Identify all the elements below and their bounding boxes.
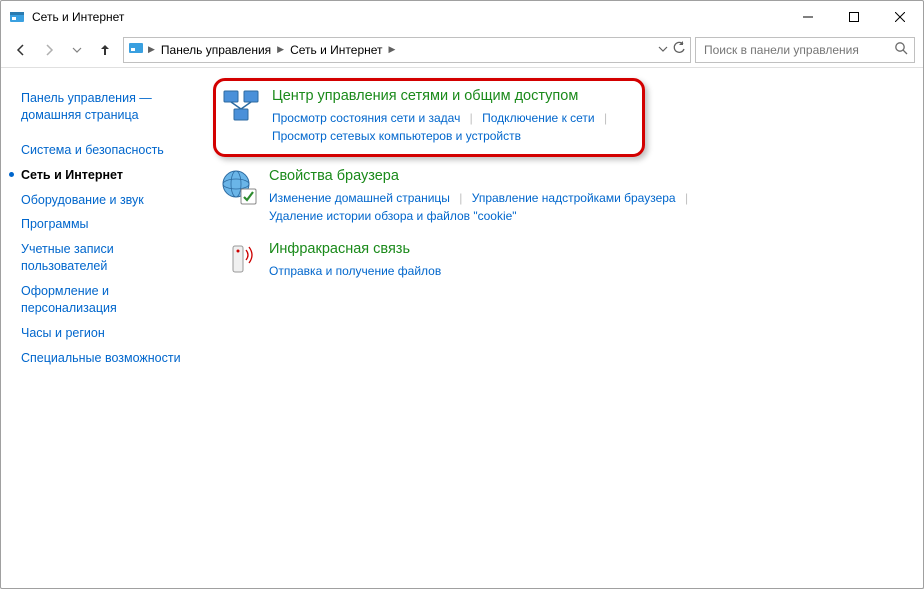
- infrared-icon: [219, 240, 259, 280]
- search-icon[interactable]: [894, 41, 908, 58]
- link-send-receive[interactable]: Отправка и получение файлов: [269, 264, 441, 278]
- control-panel-window: Сеть и Интернет ▶ Панель управления ▶ Се…: [0, 0, 924, 589]
- link-homepage[interactable]: Изменение домашней страницы: [269, 191, 450, 205]
- category-body: Свойства браузера Изменение домашней стр…: [269, 167, 905, 226]
- close-button[interactable]: [877, 1, 923, 32]
- search-input[interactable]: [702, 42, 888, 58]
- category-body: Центр управления сетями и общим доступом…: [272, 87, 622, 146]
- category-infrared: Инфракрасная связь Отправка и получение …: [219, 240, 905, 280]
- sidebar-item-appearance[interactable]: Оформление и персонализация: [21, 279, 191, 321]
- link-view-devices[interactable]: Просмотр сетевых компьютеров и устройств: [272, 129, 521, 143]
- recent-dropdown[interactable]: [65, 38, 89, 62]
- sidebar-home-line2: домашняя страница: [21, 108, 139, 122]
- category-links: Просмотр состояния сети и задач | Подклю…: [272, 109, 622, 146]
- category-title[interactable]: Свойства браузера: [269, 167, 905, 186]
- chevron-right-icon[interactable]: ▶: [146, 44, 157, 55]
- nav-arrows: [9, 38, 117, 62]
- link-addons[interactable]: Управление надстройками браузера: [472, 191, 676, 205]
- navigation-bar: ▶ Панель управления ▶ Сеть и Интернет ▶: [1, 32, 923, 68]
- network-sharing-icon: [222, 87, 262, 127]
- address-dropdown[interactable]: [658, 43, 668, 57]
- maximize-button[interactable]: [831, 1, 877, 32]
- window-icon: [9, 9, 25, 25]
- sidebar-item-programs[interactable]: Программы: [21, 212, 191, 237]
- link-view-status[interactable]: Просмотр состояния сети и задач: [272, 111, 460, 125]
- sidebar-home[interactable]: Панель управления — домашняя страница: [21, 86, 191, 128]
- forward-button[interactable]: [37, 38, 61, 62]
- browser-options-icon: [219, 167, 259, 207]
- up-button[interactable]: [93, 38, 117, 62]
- sidebar: Панель управления — домашняя страница Си…: [1, 68, 201, 588]
- breadcrumb-current[interactable]: Сеть и Интернет: [288, 43, 384, 57]
- chevron-right-icon[interactable]: ▶: [387, 44, 398, 55]
- sidebar-item-hardware[interactable]: Оборудование и звук: [21, 188, 191, 213]
- content-body: Панель управления — домашняя страница Си…: [1, 68, 923, 588]
- chevron-right-icon[interactable]: ▶: [275, 44, 286, 55]
- sidebar-item-accessibility[interactable]: Специальные возможности: [21, 346, 191, 371]
- address-bar[interactable]: ▶ Панель управления ▶ Сеть и Интернет ▶: [123, 37, 691, 63]
- sidebar-item-network[interactable]: Сеть и Интернет: [21, 163, 191, 188]
- window-controls: [785, 1, 923, 32]
- sidebar-home-line1: Панель управления —: [21, 91, 152, 105]
- sidebar-item-accounts[interactable]: Учетные записи пользователей: [21, 237, 191, 279]
- main-content: Центр управления сетями и общим доступом…: [201, 68, 923, 588]
- category-links: Отправка и получение файлов: [269, 262, 905, 281]
- category-links: Изменение домашней страницы | Управление…: [269, 189, 905, 226]
- minimize-button[interactable]: [785, 1, 831, 32]
- highlighted-region: Центр управления сетями и общим доступом…: [219, 78, 905, 157]
- titlebar: Сеть и Интернет: [1, 1, 923, 32]
- search-box[interactable]: [695, 37, 915, 63]
- link-connect[interactable]: Подключение к сети: [482, 111, 594, 125]
- category-browser: Свойства браузера Изменение домашней стр…: [219, 167, 905, 226]
- category-title[interactable]: Центр управления сетями и общим доступом: [272, 87, 622, 106]
- category-network-sharing: Центр управления сетями и общим доступом…: [213, 78, 645, 157]
- addressbar-icon: [128, 40, 144, 59]
- breadcrumb-root[interactable]: Панель управления: [159, 43, 273, 57]
- sidebar-item-system[interactable]: Система и безопасность: [21, 138, 191, 163]
- category-body: Инфракрасная связь Отправка и получение …: [269, 240, 905, 280]
- refresh-button[interactable]: [672, 41, 686, 58]
- link-delete-history[interactable]: Удаление истории обзора и файлов "cookie…: [269, 209, 517, 223]
- sidebar-item-clock[interactable]: Часы и регион: [21, 321, 191, 346]
- back-button[interactable]: [9, 38, 33, 62]
- window-title: Сеть и Интернет: [32, 10, 124, 24]
- category-title[interactable]: Инфракрасная связь: [269, 240, 905, 259]
